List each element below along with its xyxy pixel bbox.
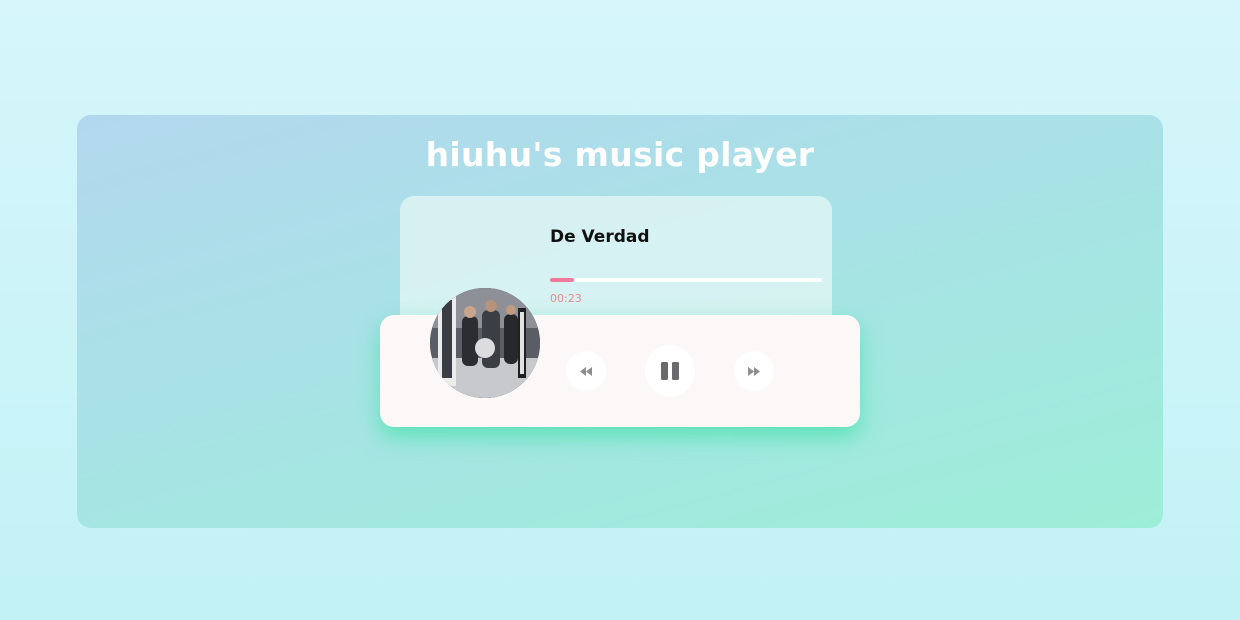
- disc-center-hole: [475, 338, 495, 358]
- previous-button[interactable]: [566, 351, 606, 391]
- progress-fill: [550, 278, 575, 282]
- rewind-icon: [580, 366, 592, 376]
- track-title: De Verdad: [550, 227, 650, 247]
- app-title: hiuhu's music player: [425, 135, 815, 174]
- play-pause-button[interactable]: [645, 345, 695, 397]
- pause-icon: [660, 361, 680, 381]
- next-button[interactable]: [734, 351, 774, 391]
- current-time: 00:23: [550, 292, 582, 305]
- progress-bar[interactable]: [550, 278, 822, 282]
- fast-forward-icon: [748, 366, 760, 376]
